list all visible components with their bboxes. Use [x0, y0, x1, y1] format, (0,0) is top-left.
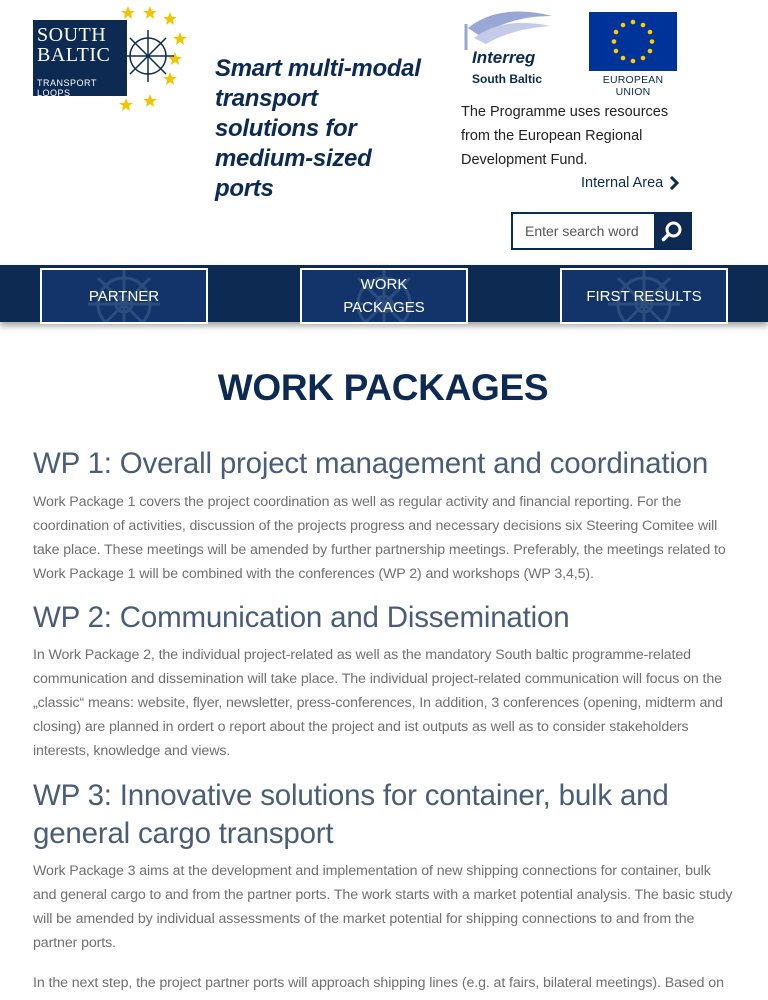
search-icon [661, 221, 682, 242]
main-navigation: PARTNER WORK PACKAGES FIRST RESULTS [0, 265, 768, 324]
wp3-text-2: In the next step, the project partner po… [33, 975, 724, 991]
nav-label-first-results: FIRST RESULTS [586, 287, 702, 305]
interreg-logo[interactable]: Interreg South Baltic [460, 10, 560, 90]
wp2-text: In Work Package 2, the individual projec… [33, 647, 723, 759]
search-button[interactable] [654, 214, 690, 248]
logo-line-south: SOUTH [37, 24, 107, 46]
internal-area-link[interactable]: Internal Area [581, 172, 680, 194]
wp3-text-1: Work Package 3 aims at the development a… [33, 863, 733, 951]
nav-item-first-results[interactable]: FIRST RESULTS [560, 268, 728, 324]
nav-item-partner[interactable]: PARTNER [40, 268, 208, 324]
main-content: WORK PACKAGES WP 1: Overall project mana… [33, 322, 733, 995]
wp1-heading: WP 1: Overall project management and coo… [33, 447, 709, 480]
logo-wordmark: SOUTH BALTIC TRANSPORT LOOPS [33, 20, 127, 98]
nav-label-partner: PARTNER [88, 287, 160, 305]
south-baltic-logo[interactable]: SOUTH BALTIC TRANSPORT LOOPS [20, 0, 190, 120]
interreg-sub: South Baltic [472, 72, 543, 86]
site-tagline: Smart multi-modal transport solutions fo… [215, 55, 421, 202]
eu-flag-icon [589, 12, 677, 71]
site-header: SOUTH BALTIC TRANSPORT LOOPS Smart multi… [0, 0, 768, 265]
wp2-heading: WP 2: Communication and Dissemination [33, 601, 570, 634]
page-title: WORK PACKAGES [217, 367, 549, 408]
interreg-word: Interreg [472, 48, 536, 67]
eu-logo[interactable]: EUROPEAN UNION [588, 12, 678, 98]
logo-line-baltic: BALTIC [37, 44, 111, 66]
wp3-heading: WP 3: Innovative solutions for container… [33, 779, 669, 850]
wp1-text: Work Package 1 covers the project coordi… [33, 494, 726, 582]
nav-item-work-packages[interactable]: WORK PACKAGES [300, 268, 468, 324]
funding-notice: The Programme uses resources from the Eu… [461, 104, 669, 168]
search-form [511, 212, 692, 250]
chevron-right-icon [670, 176, 680, 190]
internal-area-label: Internal Area [581, 175, 664, 191]
interreg-wave-icon [464, 11, 552, 50]
logo-line-transport-loops: TRANSPORT LOOPS [37, 78, 97, 98]
search-input[interactable] [513, 214, 654, 248]
nav-label-work-packages: WORK PACKAGES [343, 276, 425, 316]
eu-label: EUROPEAN UNION [602, 74, 664, 98]
